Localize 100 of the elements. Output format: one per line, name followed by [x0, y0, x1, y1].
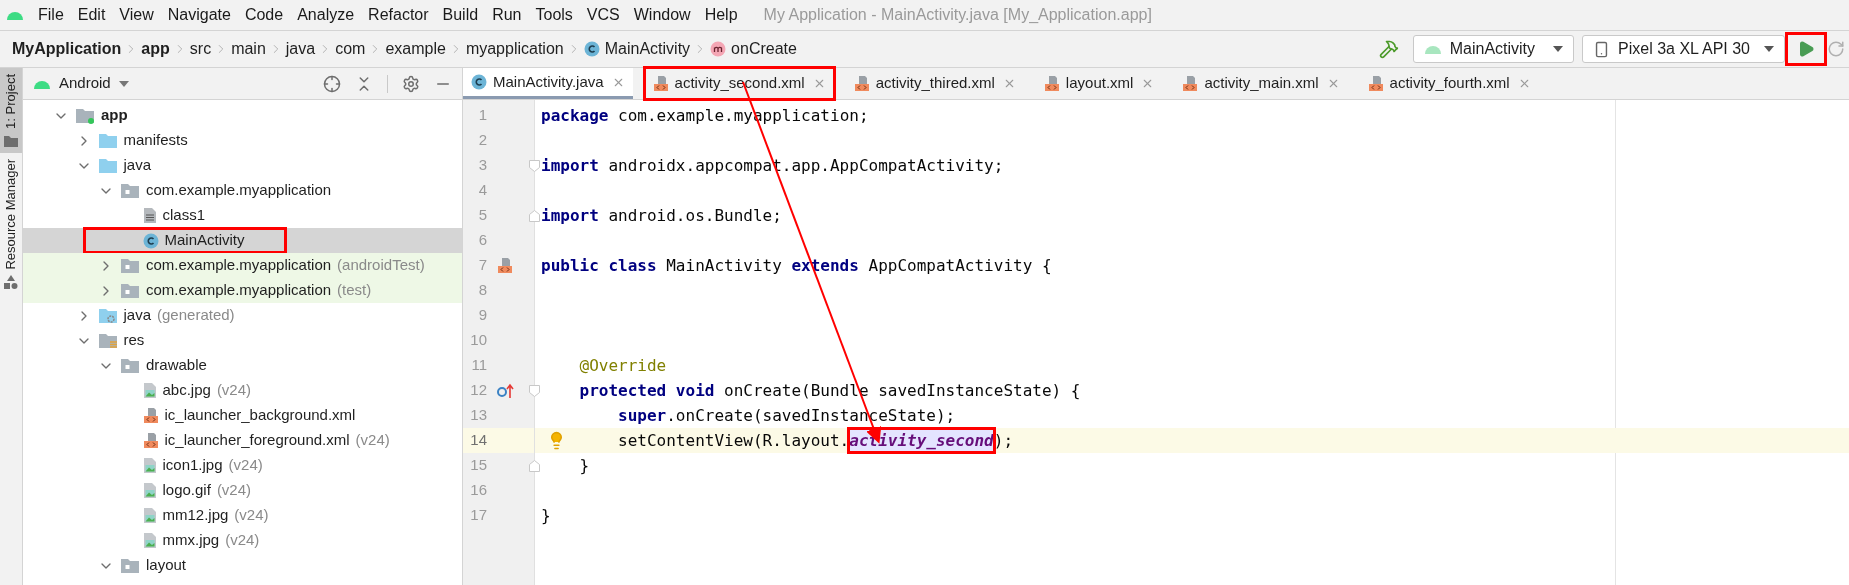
- tree-item-label: res: [123, 330, 145, 351]
- editor-tab[interactable]: activity_fourth.xml: [1359, 68, 1539, 99]
- breadcrumb[interactable]: java: [285, 37, 316, 61]
- code-line: }: [578, 454, 590, 477]
- tree-item[interactable]: app: [75, 104, 136, 127]
- tree-item-label: com.example.myapplication: [146, 255, 332, 276]
- line-number: 11: [470, 355, 487, 376]
- tree-item-label: icon1.jpg: [162, 455, 223, 476]
- menu-item[interactable]: Navigate: [167, 3, 231, 27]
- line-number: 14: [469, 430, 487, 451]
- line-number: 2: [477, 130, 487, 151]
- breadcrumb[interactable]: com: [335, 37, 366, 61]
- breadcrumb[interactable]: main: [231, 37, 266, 61]
- tree-item[interactable]: mm12.jpg (v24): [142, 504, 277, 527]
- tree-item[interactable]: manifests: [97, 129, 196, 152]
- menu-item[interactable]: Build: [442, 3, 479, 27]
- tree-item[interactable]: logo.gif (v24): [142, 479, 260, 502]
- project-view-dropdown[interactable]: Android: [59, 72, 129, 95]
- tree-item-label: com.example.myapplication: [146, 280, 332, 301]
- line-number: 5: [477, 205, 487, 226]
- tree-item-label: logo.gif: [162, 480, 211, 501]
- breadcrumb[interactable]: example: [385, 37, 446, 61]
- menu-item[interactable]: Code: [244, 3, 284, 27]
- tree-item-label: com.example.myapplication: [146, 180, 332, 201]
- tree-item-label: java: [123, 305, 152, 326]
- tab-label: activity_second.xml: [674, 73, 805, 94]
- tree-item-label: ic_launcher_foreground.xml: [164, 430, 350, 451]
- tree-item-label: abc.jpg: [162, 380, 211, 401]
- editor-tab[interactable]: MainActivity.java: [463, 68, 633, 99]
- tree-item-label: mmx.jpg: [162, 530, 220, 551]
- line-number: 9: [477, 305, 487, 326]
- tree-item-suffix: (test): [337, 280, 372, 301]
- menu-item[interactable]: Edit: [77, 3, 106, 27]
- breadcrumb[interactable]: app: [141, 37, 170, 61]
- breadcrumb[interactable]: onCreate: [710, 37, 797, 61]
- tree-item-suffix: (v24): [228, 455, 263, 476]
- tree-item[interactable]: res: [97, 329, 153, 352]
- tree-item-label: layout: [146, 555, 187, 576]
- line-number: 7: [477, 255, 487, 276]
- menu-item[interactable]: Tools: [535, 3, 573, 27]
- tab-label: activity_thired.xml: [875, 73, 995, 94]
- tree-item-suffix: (v24): [225, 530, 260, 551]
- tab-label: layout.xml: [1065, 73, 1134, 94]
- line-number: 4: [477, 180, 487, 201]
- tree-item-suffix: (generated): [157, 305, 235, 326]
- menu-item[interactable]: File: [38, 3, 64, 27]
- tree-item[interactable]: mmx.jpg (v24): [142, 529, 268, 552]
- menu-item[interactable]: Analyze: [297, 3, 355, 27]
- tree-item-label: manifests: [123, 130, 188, 151]
- tree-item[interactable]: ic_launcher_background.xml: [142, 404, 364, 427]
- tree-item[interactable]: drawable: [120, 354, 215, 377]
- line-number: 12: [469, 380, 487, 401]
- breadcrumb[interactable]: MyApplication: [12, 37, 122, 61]
- menu-item[interactable]: Refactor: [368, 3, 429, 27]
- line-number: 16: [469, 480, 487, 501]
- tab-label: activity_main.xml: [1204, 73, 1319, 94]
- tree-item-label: java: [123, 155, 152, 176]
- tree-item-label: drawable: [146, 355, 207, 376]
- menu-item[interactable]: Run: [492, 3, 522, 27]
- code-line: import android.os.Bundle;: [541, 204, 782, 227]
- menu-item[interactable]: Help: [704, 3, 738, 27]
- tool-window-tab[interactable]: 1: Project: [0, 68, 22, 153]
- tree-item-suffix: (v24): [216, 380, 252, 401]
- menu-item[interactable]: VCS: [586, 3, 620, 27]
- tab-label: activity_fourth.xml: [1389, 73, 1510, 94]
- tree-item[interactable]: abc.jpg (v24): [142, 379, 260, 402]
- menu-item[interactable]: Window: [633, 3, 691, 27]
- tool-window-tab[interactable]: Resource Manager: [0, 152, 22, 296]
- breadcrumb[interactable]: src: [189, 37, 212, 61]
- tree-item-label: class1: [162, 205, 206, 226]
- line-number: 8: [477, 280, 487, 301]
- editor-tab[interactable]: activity_thired.xml: [845, 68, 1024, 99]
- breadcrumb[interactable]: MainActivity: [583, 37, 691, 61]
- code-line: @Override: [578, 354, 667, 377]
- tree-item-label: MainActivity: [164, 230, 245, 251]
- tree-item[interactable]: com.example.myapplication: [120, 179, 340, 202]
- tree-item-suffix: (v24): [355, 430, 390, 451]
- breadcrumb[interactable]: myapplication: [465, 37, 564, 61]
- run-configuration-dropdown[interactable]: MainActivity: [1412, 35, 1575, 63]
- tree-item[interactable]: layout: [120, 554, 195, 577]
- tree-item-suffix: (v24): [216, 480, 252, 501]
- menu-item[interactable]: View: [119, 3, 154, 27]
- line-number: 1: [477, 105, 487, 126]
- line-number: 17: [469, 505, 487, 526]
- tree-item[interactable]: icon1.jpg (v24): [142, 454, 271, 477]
- tree-item[interactable]: ic_launcher_foreground.xml (v24): [142, 429, 398, 452]
- tree-item[interactable]: class1: [142, 204, 214, 227]
- window-title: My Application - MainActivity.java [My_Application.app]: [763, 5, 1152, 25]
- tree-item[interactable]: java (generated): [97, 304, 243, 327]
- editor-tab[interactable]: activity_main.xml: [1174, 68, 1348, 99]
- tree-item-suffix: (v24): [234, 505, 269, 526]
- tree-item-label: app: [101, 105, 128, 126]
- line-number: 3: [477, 155, 487, 176]
- line-number: 13: [469, 405, 487, 426]
- line-number: 6: [477, 230, 487, 251]
- line-number: 15: [469, 455, 487, 476]
- tree-item[interactable]: java: [97, 154, 160, 177]
- device-dropdown[interactable]: Pixel 3a XL API 30: [1582, 35, 1785, 63]
- editor-tab[interactable]: activity_second.xml: [644, 68, 834, 99]
- editor-tab[interactable]: layout.xml: [1035, 68, 1163, 99]
